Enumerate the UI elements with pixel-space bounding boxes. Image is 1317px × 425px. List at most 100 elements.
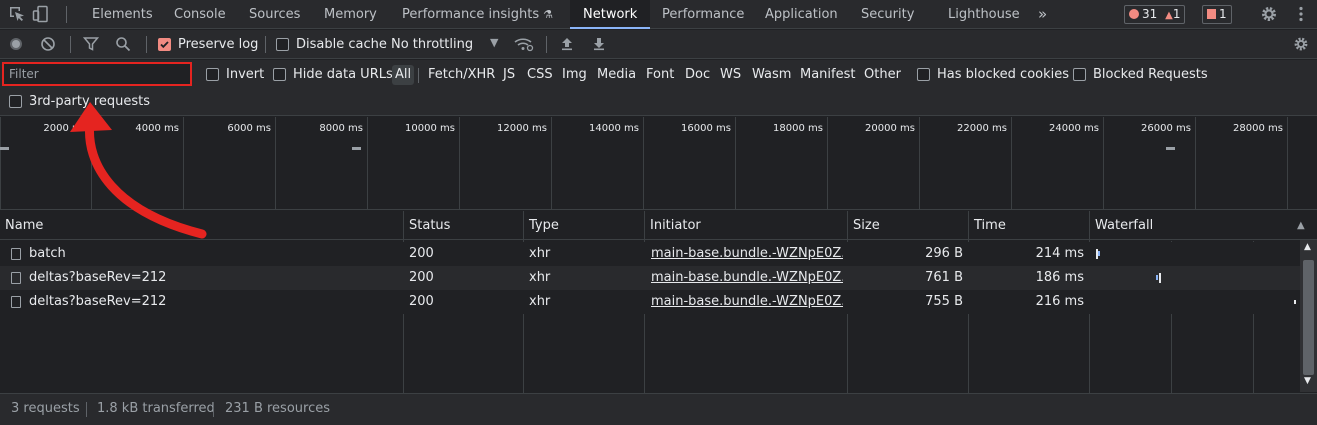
- tab-lighthouse[interactable]: Lighthouse: [948, 0, 1020, 29]
- tab-memory[interactable]: Memory: [324, 0, 377, 29]
- sort-ascending-icon[interactable]: ▲: [1292, 211, 1305, 240]
- table-scrollbar[interactable]: ▲ ▼: [1300, 240, 1317, 392]
- timeline-tick-label: 26000 ms: [1141, 123, 1191, 134]
- filter-type-font[interactable]: Font: [643, 65, 677, 85]
- export-har-icon[interactable]: [591, 36, 607, 52]
- column-header-initiator[interactable]: Initiator: [645, 211, 701, 240]
- request-mark: [0, 147, 9, 150]
- scrollbar-thumb[interactable]: [1303, 260, 1314, 375]
- filter-input[interactable]: [2, 62, 192, 86]
- more-tabs-button[interactable]: »: [1038, 0, 1047, 29]
- preserve-log-label[interactable]: Preserve log: [178, 37, 258, 52]
- more-options-icon[interactable]: [1292, 5, 1310, 23]
- filter-type-all[interactable]: All: [392, 65, 415, 85]
- request-name[interactable]: deltas?baseRev=212: [29, 290, 399, 314]
- disable-cache-checkbox[interactable]: [276, 38, 289, 51]
- preserve-log-checkbox[interactable]: [158, 38, 171, 51]
- scroll-down-icon[interactable]: ▼: [1304, 376, 1311, 386]
- grid-line: [1287, 117, 1288, 210]
- timeline-tick-label: 20000 ms: [865, 123, 915, 134]
- error-icon: [1129, 9, 1139, 19]
- filter-type-manifest[interactable]: Manifest: [797, 65, 858, 85]
- flask-icon: ⚗: [543, 8, 553, 21]
- clear-icon[interactable]: [40, 36, 56, 52]
- request-type: xhr: [529, 294, 551, 309]
- request-initiator-link[interactable]: main-base.bundle.-WZNpE0Z...: [651, 266, 843, 290]
- filter-type-doc[interactable]: Doc: [682, 65, 713, 85]
- device-toolbar-icon[interactable]: [32, 5, 50, 23]
- blocked-requests-label[interactable]: Blocked Requests: [1093, 67, 1208, 82]
- tab-security[interactable]: Security: [861, 0, 914, 29]
- tab-sources[interactable]: Sources: [249, 0, 300, 29]
- throttling-select[interactable]: No throttling: [391, 37, 473, 52]
- waterfall-bar: [1098, 251, 1100, 256]
- request-name[interactable]: batch: [29, 242, 399, 266]
- search-icon[interactable]: [115, 36, 131, 52]
- blocked-requests-checkbox[interactable]: [1073, 68, 1086, 81]
- timeline-tick-label: 28000 ms: [1233, 123, 1283, 134]
- column-header-time[interactable]: Time: [969, 211, 1006, 240]
- timeline-tick-label: 10000 ms: [405, 123, 455, 134]
- filter-type-css[interactable]: CSS: [524, 65, 556, 85]
- tab-elements[interactable]: Elements: [92, 0, 153, 29]
- has-blocked-cookies-label[interactable]: Has blocked cookies: [937, 67, 1069, 82]
- column-header-name[interactable]: Name: [0, 211, 43, 240]
- settings-gear-icon[interactable]: [1260, 5, 1278, 23]
- column-header-size[interactable]: Size: [848, 211, 880, 240]
- network-conditions-wifi-icon[interactable]: [514, 36, 534, 52]
- column-header-waterfall[interactable]: Waterfall: [1090, 211, 1153, 240]
- grid-line: [1103, 117, 1104, 210]
- tab-performance[interactable]: Performance: [662, 0, 744, 29]
- filter-type-img[interactable]: Img: [559, 65, 590, 85]
- filter-type-wasm[interactable]: Wasm: [749, 65, 794, 85]
- request-status: 200: [409, 246, 434, 261]
- network-settings-gear-icon[interactable]: [1293, 36, 1309, 52]
- divider: [70, 36, 71, 53]
- has-blocked-cookies-checkbox[interactable]: [917, 68, 930, 81]
- chevron-down-icon[interactable]: ▼: [490, 36, 498, 49]
- tab-console[interactable]: Console: [174, 0, 226, 29]
- scroll-up-icon[interactable]: ▲: [1304, 242, 1311, 252]
- filter-type-ws[interactable]: WS: [717, 65, 744, 85]
- grid-line: [367, 117, 368, 210]
- divider: [146, 36, 147, 53]
- timeline-tick-label: 12000 ms: [497, 123, 547, 134]
- filter-type-media[interactable]: Media: [594, 65, 639, 85]
- timeline-tick-label: 16000 ms: [681, 123, 731, 134]
- table-row[interactable]: deltas?baseRev=212 200 xhr main-base.bun…: [0, 290, 1300, 314]
- request-size: 761 B: [925, 270, 963, 285]
- tab-application[interactable]: Application: [765, 0, 838, 29]
- warning-icon: ▲: [1165, 10, 1173, 21]
- disable-cache-label[interactable]: Disable cache: [296, 37, 387, 52]
- filter-type-fetch-xhr[interactable]: Fetch/XHR: [425, 65, 498, 85]
- filter-type-js[interactable]: JS: [500, 65, 518, 85]
- filter-funnel-icon[interactable]: [82, 36, 100, 52]
- table-row[interactable]: batch 200 xhr main-base.bundle.-WZNpE0Z.…: [0, 242, 1300, 266]
- error-count-badge[interactable]: 31 ▲1: [1124, 5, 1186, 24]
- request-type: xhr: [529, 270, 551, 285]
- tab-network[interactable]: Network: [570, 0, 651, 29]
- issues-count: 1: [1219, 7, 1227, 21]
- hide-data-urls-checkbox[interactable]: [273, 68, 286, 81]
- request-initiator-link[interactable]: main-base.bundle.-WZNpE0Z...: [651, 242, 843, 266]
- column-header-type[interactable]: Type: [524, 211, 559, 240]
- tab-performance-insights[interactable]: Performance insights ⚗: [402, 0, 553, 29]
- column-header-status[interactable]: Status: [404, 211, 450, 240]
- request-initiator-link[interactable]: main-base.bundle.-WZNpE0Z...: [651, 290, 843, 314]
- filter-type-other[interactable]: Other: [861, 65, 904, 85]
- import-har-icon[interactable]: [559, 36, 575, 52]
- waterfall-bar: [1294, 300, 1296, 304]
- hide-data-urls-label[interactable]: Hide data URLs: [293, 67, 393, 82]
- issue-flag-icon: [1207, 9, 1216, 19]
- third-party-requests-checkbox[interactable]: [9, 95, 22, 108]
- request-name[interactable]: deltas?baseRev=212: [29, 266, 399, 290]
- record-icon[interactable]: [8, 36, 24, 52]
- request-size: 755 B: [925, 294, 963, 309]
- table-row[interactable]: deltas?baseRev=212 200 xhr main-base.bun…: [0, 266, 1300, 290]
- issues-badge[interactable]: 1: [1202, 5, 1232, 24]
- grid-line: [275, 117, 276, 210]
- invert-checkbox[interactable]: [206, 68, 219, 81]
- inspect-element-icon[interactable]: [8, 5, 26, 23]
- grid-line: [735, 117, 736, 210]
- invert-label[interactable]: Invert: [226, 67, 264, 82]
